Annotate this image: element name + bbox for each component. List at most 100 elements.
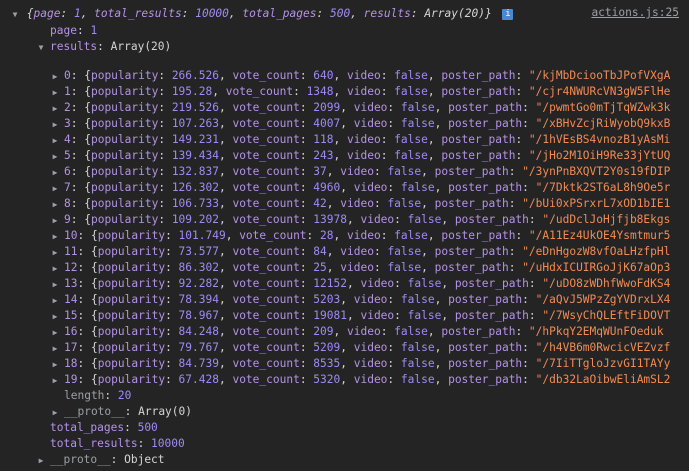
result-index: 14 [64, 293, 78, 306]
result-index: 0 [64, 69, 71, 82]
result-row[interactable]: ▶ 0: {popularity: 266.526, vote_count: 64… [0, 68, 689, 84]
expand-arrow-right-icon[interactable]: ▶ [50, 133, 60, 148]
expand-arrow-down-icon[interactable]: ▼ [36, 40, 46, 55]
result-row[interactable]: ▶ 1: {popularity: 195.28, vote_count: 134… [0, 84, 689, 100]
result-index: 1 [64, 85, 71, 98]
expand-arrow-right-icon[interactable]: ▶ [50, 213, 60, 228]
result-index: 7 [64, 181, 71, 194]
result-index: 15 [64, 309, 78, 322]
vote-count-value: 12152 [313, 277, 347, 290]
popularity-value: 126.302 [171, 181, 219, 194]
expand-arrow-right-icon[interactable]: ▶ [50, 405, 60, 420]
popularity-value: 84.248 [178, 325, 219, 338]
popularity-value: 139.434 [171, 149, 219, 162]
result-index: 4 [64, 133, 71, 146]
result-index: 6 [64, 165, 71, 178]
expand-arrow-right-icon[interactable]: ▶ [50, 181, 60, 196]
expand-arrow-right-icon[interactable]: ▶ [50, 85, 60, 100]
expand-arrow-right-icon[interactable]: ▶ [50, 69, 60, 84]
devtools-console: actions.js:25 ▼ {page: 1, total_results:… [0, 0, 689, 471]
popularity-value: 78.394 [178, 293, 219, 306]
popularity-value: 195.28 [171, 85, 213, 98]
result-row[interactable]: ▶ 4: {popularity: 149.231, vote_count: 11… [0, 132, 689, 148]
popularity-value: 106.733 [171, 197, 219, 210]
expand-arrow-right-icon[interactable]: ▶ [50, 341, 60, 356]
vote-count-value: 28 [320, 229, 334, 242]
expand-arrow-right-icon[interactable]: ▶ [50, 101, 60, 116]
result-index: 10 [64, 229, 78, 242]
expand-arrow-right-icon[interactable]: ▶ [50, 357, 60, 372]
poster-path-value: "/uDO8zWDhfWwoFdKS4 [542, 277, 671, 290]
poster-path-value: "/1hVEsBS4vnozB1yAsMi [528, 133, 671, 146]
expand-arrow-right-icon[interactable]: ▶ [50, 309, 60, 324]
expand-arrow-right-icon[interactable]: ▶ [50, 165, 60, 180]
popularity-value: 132.837 [171, 165, 219, 178]
object-summary: {page: 1, total_results: 10000, total_pa… [26, 7, 492, 20]
poster-path-value: "/udDclJoHjfjb8Ekgs [542, 213, 671, 226]
vote-count-value: 4960 [313, 181, 341, 194]
result-row[interactable]: ▶ 18: {popularity: 84.739, vote_count: 85… [0, 356, 689, 372]
expand-arrow-right-icon[interactable]: ▶ [36, 453, 46, 468]
results-row[interactable]: ▼ results: Array(20) [0, 39, 689, 55]
result-index: 9 [64, 213, 71, 226]
result-index: 16 [64, 325, 78, 338]
proto-object-row[interactable]: ▶ __proto__: Object [0, 452, 689, 468]
popularity-value: 109.202 [171, 213, 219, 226]
vote-count-value: 84 [313, 245, 327, 258]
result-row[interactable]: ▶ 8: {popularity: 106.733, vote_count: 42… [0, 196, 689, 212]
poster-path-value: "/aQvJ5WPzZgYVDrxLX4 [535, 293, 671, 306]
expand-arrow-right-icon[interactable]: ▶ [50, 245, 60, 260]
popularity-value: 219.526 [171, 101, 219, 114]
popularity-value: 92.282 [178, 277, 219, 290]
expand-arrow-down-icon[interactable]: ▼ [10, 7, 20, 22]
result-row[interactable]: ▶ 5: {popularity: 139.434, vote_count: 24… [0, 148, 689, 164]
vote-count-value: 42 [313, 197, 327, 210]
result-row[interactable]: ▶ 17: {popularity: 79.767, vote_count: 52… [0, 340, 689, 356]
info-icon[interactable]: i [502, 8, 514, 20]
result-row[interactable]: ▶ 7: {popularity: 126.302, vote_count: 49… [0, 180, 689, 196]
poster-path-value: "/7IiTTgloJzvGI1TAYy [535, 357, 671, 370]
vote-count-value: 5203 [313, 293, 341, 306]
result-row[interactable]: ▶ 10: {popularity: 101.749, vote_count: 2… [0, 228, 689, 244]
result-row[interactable]: ▶ 14: {popularity: 78.394, vote_count: 52… [0, 292, 689, 308]
length-row: length: 20 [64, 389, 132, 402]
result-row[interactable]: ▶ 15: {popularity: 78.967, vote_count: 19… [0, 308, 689, 324]
result-index: 2 [64, 101, 71, 114]
poster-path-value: "/kjMbDciooTbJPofVXgA [528, 69, 671, 82]
vote-count-value: 5320 [313, 373, 341, 386]
result-row[interactable]: ▶ 6: {popularity: 132.837, vote_count: 37… [0, 164, 689, 180]
result-row[interactable]: ▶ 19: {popularity: 67.428, vote_count: 53… [0, 372, 689, 388]
result-row[interactable]: ▶ 3: {popularity: 107.263, vote_count: 40… [0, 116, 689, 132]
total-results-row: total_results: 10000 [50, 437, 185, 450]
expand-arrow-right-icon[interactable]: ▶ [50, 117, 60, 132]
popularity-value: 73.577 [178, 245, 219, 258]
result-row[interactable]: ▶ 13: {popularity: 92.282, vote_count: 12… [0, 276, 689, 292]
expand-arrow-right-icon[interactable]: ▶ [50, 277, 60, 292]
expand-arrow-right-icon[interactable]: ▶ [50, 373, 60, 388]
popularity-value: 149.231 [171, 133, 219, 146]
result-row[interactable]: ▶ 9: {popularity: 109.202, vote_count: 13… [0, 212, 689, 228]
page-row: page: 1 [50, 24, 98, 37]
vote-count-value: 1348 [306, 85, 334, 98]
result-index: 3 [64, 117, 71, 130]
popularity-value: 78.967 [178, 309, 219, 322]
expand-arrow-right-icon[interactable]: ▶ [50, 197, 60, 212]
expand-arrow-right-icon[interactable]: ▶ [50, 261, 60, 276]
vote-count-value: 8535 [313, 357, 341, 370]
proto-array-row[interactable]: ▶ __proto__: Array(0) [0, 404, 689, 420]
poster-path-value: "/hPkqY2EMqWUnFOeduk [528, 325, 664, 338]
expand-arrow-right-icon[interactable]: ▶ [50, 325, 60, 340]
result-index: 19 [64, 373, 78, 386]
poster-path-value: "/uHdxICUIRGoJjK67aOp3 [522, 261, 671, 274]
expand-arrow-right-icon[interactable]: ▶ [50, 149, 60, 164]
vote-count-value: 25 [313, 261, 327, 274]
result-row[interactable]: ▶ 2: {popularity: 219.526, vote_count: 20… [0, 100, 689, 116]
poster-path-value: "/xBHvZcjRiWyobQ9kxB [535, 117, 671, 130]
result-row[interactable]: ▶ 11: {popularity: 73.577, vote_count: 84… [0, 244, 689, 260]
result-row[interactable]: ▶ 12: {popularity: 86.302, vote_count: 25… [0, 260, 689, 276]
expand-arrow-right-icon[interactable]: ▶ [50, 293, 60, 308]
result-row[interactable]: ▶ 16: {popularity: 84.248, vote_count: 20… [0, 324, 689, 340]
expand-arrow-right-icon[interactable]: ▶ [50, 229, 60, 244]
object-summary-row[interactable]: ▼ {page: 1, total_results: 10000, total_… [0, 6, 689, 22]
result-index: 12 [64, 261, 78, 274]
